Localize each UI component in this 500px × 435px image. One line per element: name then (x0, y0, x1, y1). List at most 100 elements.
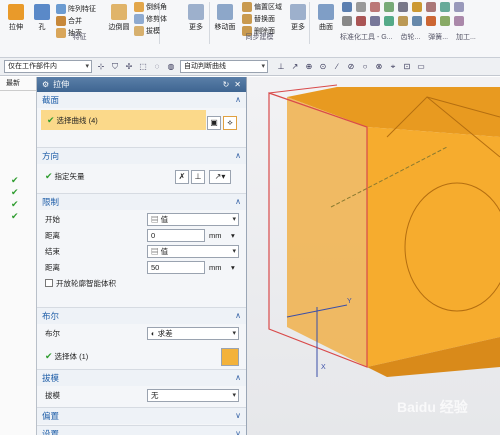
curve-icon[interactable]: ⟡ (223, 116, 237, 130)
collapse-icon[interactable]: ∧ (235, 194, 241, 210)
snap-point-icon[interactable]: ⊡ (402, 62, 412, 72)
distance1-input[interactable]: 0 (147, 229, 205, 242)
section-header[interactable]: 偏置 ∨ (37, 408, 246, 424)
end-row: 结束 ▤ 值 (37, 244, 246, 260)
tool-icon[interactable] (384, 2, 394, 12)
more-button-2[interactable]: 更多 (286, 4, 310, 32)
dropdown-icon[interactable]: ▾ (231, 228, 235, 244)
reverse-direction-icon[interactable]: ✗ (175, 170, 189, 184)
select-curve-row[interactable]: ✔ 选择曲线 (4) (41, 110, 206, 130)
tool-icon[interactable] (356, 16, 366, 26)
view-icon[interactable]: ◍ (166, 62, 176, 72)
tool-icon[interactable] (370, 2, 380, 12)
draft-select[interactable]: 无 (147, 389, 239, 402)
select-icon[interactable]: ⊹ (96, 62, 106, 72)
curve-rule-select[interactable]: 自动判断曲线 (180, 60, 268, 73)
lasso-icon[interactable]: ◌ (152, 62, 162, 72)
draft-row: 拔模 无 (37, 388, 246, 404)
hole-button[interactable]: 孔 (30, 4, 54, 32)
axis-label-y: Y (347, 298, 352, 305)
tool-icon[interactable] (384, 16, 394, 26)
watermark: Baidu 经验 (397, 399, 469, 415)
end-select[interactable]: ▤ 值 (147, 245, 239, 258)
snap-point-icon[interactable]: ⊗ (374, 62, 384, 72)
section-header[interactable]: 方向 ∧ (37, 148, 246, 164)
offset-region-button[interactable]: 偏置区域 (242, 2, 282, 12)
expand-icon[interactable]: ∨ (235, 426, 241, 435)
surface-button[interactable]: 曲面 (314, 4, 338, 32)
collapse-icon[interactable]: ∧ (235, 92, 241, 108)
gear-label[interactable]: 齿轮... (400, 34, 420, 41)
open-profile-checkbox[interactable] (45, 279, 53, 287)
tool-icon[interactable] (398, 2, 408, 12)
graphics-viewport[interactable]: Y X Baidu 经验 (247, 77, 500, 435)
sketch-section-icon[interactable]: ▣ (207, 116, 221, 130)
select-body-row[interactable]: ✔ 选择体 (1) (37, 348, 246, 364)
snap-point-icon[interactable]: ⌖ (388, 62, 398, 72)
trim-body-button[interactable]: 修剪体 (134, 14, 167, 24)
machining-label[interactable]: 加工... (456, 34, 476, 41)
filter-icon[interactable]: ⛉ (110, 62, 120, 72)
combine-button[interactable]: 合并 (56, 16, 82, 26)
tool-icon[interactable] (454, 16, 464, 26)
snap-point-icon[interactable]: ○ (360, 62, 370, 72)
tools-group-labels: 标准化工具 - G... 齿轮... 弹簧... 加工... (312, 32, 500, 42)
tool-icon[interactable] (356, 2, 366, 12)
snap-icon[interactable]: ✢ (124, 62, 134, 72)
tool-icon[interactable] (342, 2, 352, 12)
tool-icon[interactable] (440, 16, 450, 26)
distance2-input[interactable]: 50 (147, 261, 205, 274)
pattern-feature-button[interactable]: 阵列特征 (56, 4, 96, 14)
tool-icon[interactable] (426, 16, 436, 26)
collapse-icon[interactable]: ∧ (235, 148, 241, 164)
replace-face-button[interactable]: 替换面 (242, 14, 275, 24)
tool-icon[interactable] (412, 16, 422, 26)
gear-icon[interactable]: ⚙ (42, 77, 49, 92)
section-header[interactable]: 截面 ∧ (37, 92, 246, 108)
snap-point-icon[interactable]: ⊕ (304, 62, 314, 72)
snap-point-icon[interactable]: ▭ (416, 62, 426, 72)
collapse-icon[interactable]: ∧ (235, 308, 241, 324)
section-header[interactable]: 限制 ∧ (37, 194, 246, 210)
std-tools-label[interactable]: 标准化工具 - G... (340, 34, 393, 41)
tool-icon[interactable] (370, 16, 380, 26)
reset-icon[interactable]: ↻ (223, 77, 230, 92)
tools-group: 曲面 标准化工具 - G... 齿轮... 弹簧... 加工... (312, 2, 500, 44)
move-face-button[interactable]: 移动面 (212, 4, 238, 32)
chamfer-button[interactable]: 倒斜角 (134, 2, 167, 12)
snap-point-icon[interactable]: ⊘ (346, 62, 356, 72)
more-button-1[interactable]: 更多 (184, 4, 208, 32)
tool-icon[interactable] (454, 2, 464, 12)
section-header[interactable]: 布尔 ∧ (37, 308, 246, 324)
snap-point-icon[interactable]: ⊥ (276, 62, 286, 72)
extrude-button[interactable]: 拉伸 (4, 4, 28, 32)
snap-point-icon[interactable]: ⊙ (318, 62, 328, 72)
collapse-icon[interactable]: ∧ (235, 370, 241, 386)
dropdown-icon[interactable]: ▾ (231, 260, 235, 276)
tool-icon[interactable] (440, 2, 450, 12)
filter-select[interactable]: 仅在工作部件内 (4, 60, 92, 73)
section-limits: 限制∧ 开始 ▤ 值 距离 0 mm ▾ 结束 ▤ 值 距离 50 mm ▾ (37, 194, 246, 308)
boolean-select[interactable]: ◐ 求差 (147, 327, 239, 340)
vector-dialog-icon[interactable]: ⊥ (191, 170, 205, 184)
body-icon[interactable] (221, 348, 239, 366)
snap-point-icon[interactable]: ∕ (332, 62, 342, 72)
close-icon[interactable]: ✕ (234, 77, 241, 92)
spring-label[interactable]: 弹簧... (428, 34, 448, 41)
tool-icon[interactable] (398, 16, 408, 26)
more-icon (188, 4, 204, 20)
front-face (367, 127, 500, 367)
vector-type-icon[interactable]: ↗▾ (209, 170, 231, 184)
snap-point-icon[interactable]: ↗ (290, 62, 300, 72)
expand-icon[interactable]: ∨ (235, 408, 241, 424)
box-select-icon[interactable]: ⬚ (138, 62, 148, 72)
nav-column-header[interactable]: 最新 (0, 77, 36, 91)
section-header[interactable]: 拔模 ∧ (37, 370, 246, 386)
tool-icon[interactable] (412, 2, 422, 12)
section-header[interactable]: 设置 ∨ (37, 426, 246, 435)
tool-icon[interactable] (342, 16, 352, 26)
tool-icon[interactable] (426, 2, 436, 12)
draft-button[interactable]: 拔模 (134, 26, 160, 36)
boolean-row: 布尔 ◐ 求差 (37, 326, 246, 342)
start-select[interactable]: ▤ 值 (147, 213, 239, 226)
